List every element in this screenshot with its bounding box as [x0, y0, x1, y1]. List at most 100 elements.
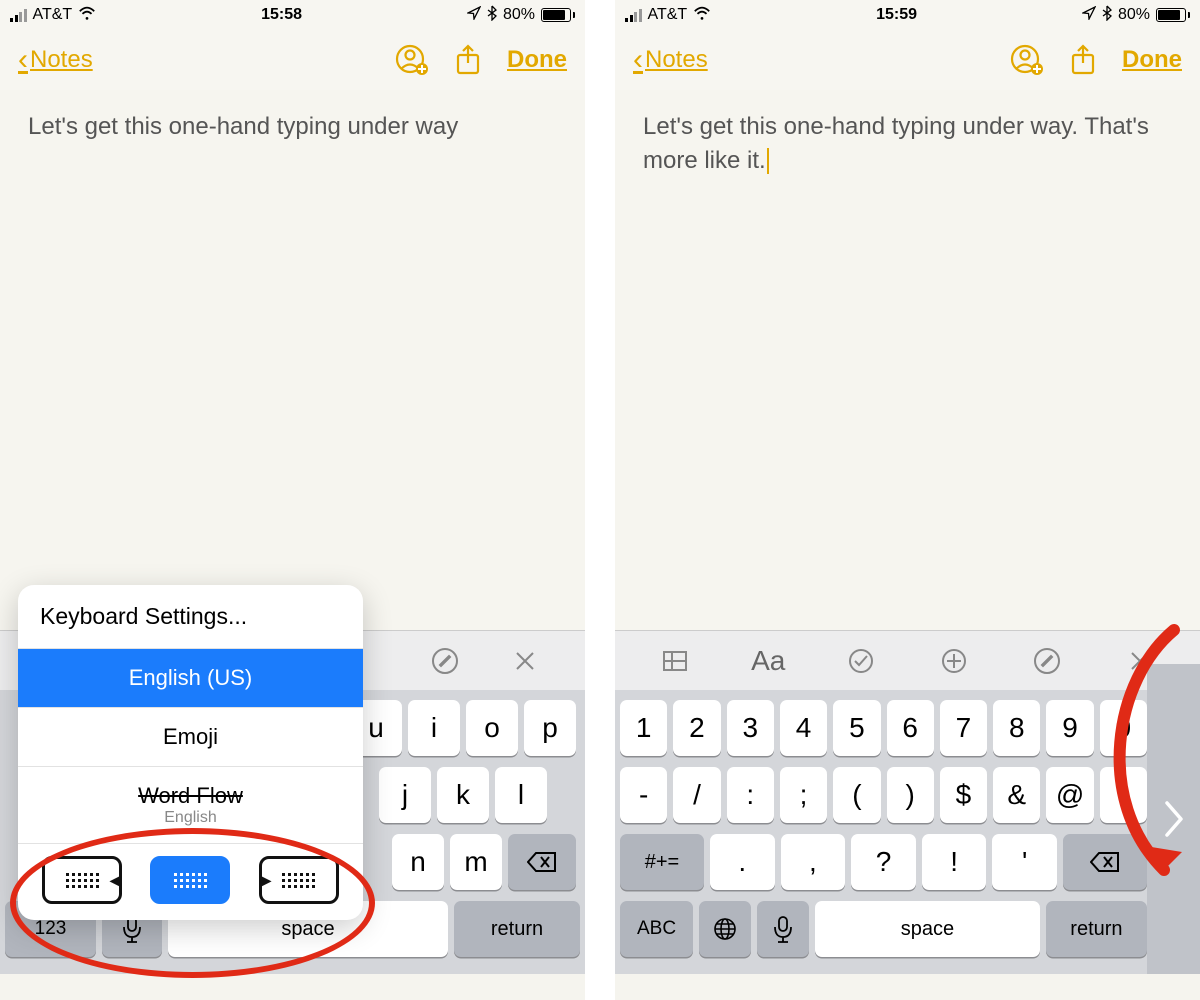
bluetooth-icon	[1102, 5, 1112, 26]
clock: 15:59	[876, 6, 917, 24]
return-key[interactable]: return	[1046, 901, 1147, 957]
keyboard: 1234567890 -/:;()$&@" #+= . , ? ! ' ABC	[615, 690, 1147, 974]
keyboard-container: 1234567890 -/:;()$&@" #+= . , ? ! ' ABC	[615, 690, 1200, 974]
key-9[interactable]: 9	[1046, 700, 1093, 756]
key-sym-5[interactable]: )	[887, 767, 934, 823]
carrier-label: AT&T	[648, 6, 688, 24]
wifi-icon	[693, 6, 711, 25]
key-o[interactable]: o	[466, 700, 518, 756]
key-n[interactable]: n	[392, 834, 444, 890]
keyboard-right-layout-button[interactable]: ▶	[259, 856, 339, 904]
share-person-button[interactable]	[395, 43, 429, 77]
cellular-signal-icon	[625, 8, 642, 22]
handwriting-icon[interactable]	[425, 641, 465, 681]
abc-key[interactable]: ABC	[620, 901, 693, 957]
note-content[interactable]: Let's get this one-hand typing under way…	[615, 90, 1200, 630]
key-sym-4[interactable]: (	[833, 767, 880, 823]
key-sym-7[interactable]: &	[993, 767, 1040, 823]
status-bar: AT&T 15:59 80%	[615, 0, 1200, 30]
wifi-icon	[78, 6, 96, 25]
close-toolbar-button[interactable]	[505, 641, 545, 681]
back-label: Notes	[645, 46, 708, 74]
keyboard-english-item[interactable]: English (US)	[18, 649, 363, 708]
bluetooth-icon	[487, 5, 497, 26]
key-j[interactable]: j	[379, 767, 431, 823]
nav-bar: ‹Notes Done	[0, 30, 585, 90]
checklist-icon[interactable]	[841, 641, 881, 681]
key-sym-0[interactable]: -	[620, 767, 667, 823]
key-exclaim[interactable]: !	[922, 834, 987, 890]
done-button[interactable]: Done	[507, 46, 567, 74]
note-content[interactable]: Let's get this one-hand typing under way	[0, 90, 585, 630]
keyboard-toolbar: Aa	[615, 630, 1200, 690]
back-label: Notes	[30, 46, 93, 74]
key-sym-6[interactable]: $	[940, 767, 987, 823]
keyboard-settings-item[interactable]: Keyboard Settings...	[18, 585, 363, 649]
note-text: Let's get this one-hand typing under way	[28, 113, 458, 140]
clock: 15:58	[261, 6, 302, 24]
key-1[interactable]: 1	[620, 700, 667, 756]
phone-screenshot-left: AT&T 15:58 80% ‹Notes Done	[0, 0, 585, 1000]
battery-icon	[1156, 8, 1190, 22]
back-button[interactable]: ‹Notes	[18, 43, 93, 77]
keyboard-wordflow-item[interactable]: Word Flow English	[18, 767, 363, 844]
backspace-key[interactable]	[1063, 834, 1147, 890]
format-text-button[interactable]: Aa	[748, 641, 788, 681]
text-cursor	[767, 148, 769, 174]
key-5[interactable]: 5	[833, 700, 880, 756]
key-apostrophe[interactable]: '	[992, 834, 1057, 890]
key-sym-3[interactable]: ;	[780, 767, 827, 823]
cellular-signal-icon	[10, 8, 27, 22]
keyboard-emoji-item[interactable]: Emoji	[18, 708, 363, 767]
key-period[interactable]: .	[710, 834, 775, 890]
status-bar: AT&T 15:58 80%	[0, 0, 585, 30]
share-person-button[interactable]	[1010, 43, 1044, 77]
key-m[interactable]: m	[450, 834, 502, 890]
return-key[interactable]: return	[454, 901, 580, 957]
key-7[interactable]: 7	[940, 700, 987, 756]
back-button[interactable]: ‹Notes	[633, 43, 708, 77]
key-4[interactable]: 4	[780, 700, 827, 756]
space-key[interactable]: space	[815, 901, 1040, 957]
note-text: Let's get this one-hand typing under way…	[643, 113, 1149, 174]
key-sym-2[interactable]: :	[727, 767, 774, 823]
key-0[interactable]: 0	[1100, 700, 1147, 756]
wordflow-sub-label: English	[38, 809, 343, 827]
expand-keyboard-button[interactable]	[1147, 664, 1200, 974]
keyboard-left-layout-button[interactable]: ◀	[42, 856, 122, 904]
keyboard-menu-popup: Keyboard Settings... English (US) Emoji …	[18, 585, 363, 920]
table-icon[interactable]	[655, 641, 695, 681]
symbols-key[interactable]: #+=	[620, 834, 704, 890]
key-question[interactable]: ?	[851, 834, 916, 890]
done-button[interactable]: Done	[1122, 46, 1182, 74]
phone-screenshot-right: AT&T 15:59 80% ‹Notes Done	[615, 0, 1200, 1000]
key-l[interactable]: l	[495, 767, 547, 823]
key-p[interactable]: p	[524, 700, 576, 756]
battery-percent: 80%	[1118, 6, 1150, 24]
key-3[interactable]: 3	[727, 700, 774, 756]
key-i[interactable]: i	[408, 700, 460, 756]
share-button[interactable]	[1066, 43, 1100, 77]
key-6[interactable]: 6	[887, 700, 934, 756]
handwriting-icon[interactable]	[1027, 641, 1067, 681]
key-sym-9[interactable]: "	[1100, 767, 1147, 823]
globe-key[interactable]	[699, 901, 751, 957]
keyboard-center-layout-button[interactable]	[150, 856, 230, 904]
battery-icon	[541, 8, 575, 22]
add-icon[interactable]	[934, 641, 974, 681]
carrier-label: AT&T	[33, 6, 73, 24]
battery-percent: 80%	[503, 6, 535, 24]
key-2[interactable]: 2	[673, 700, 720, 756]
key-8[interactable]: 8	[993, 700, 1040, 756]
backspace-key[interactable]	[508, 834, 576, 890]
nav-bar: ‹Notes Done	[615, 30, 1200, 90]
share-button[interactable]	[451, 43, 485, 77]
wordflow-label: Word Flow	[138, 783, 243, 808]
key-sym-1[interactable]: /	[673, 767, 720, 823]
key-sym-8[interactable]: @	[1046, 767, 1093, 823]
location-icon	[467, 6, 481, 25]
mic-key[interactable]	[757, 901, 809, 957]
key-comma[interactable]: ,	[781, 834, 846, 890]
location-icon	[1082, 6, 1096, 25]
key-k[interactable]: k	[437, 767, 489, 823]
